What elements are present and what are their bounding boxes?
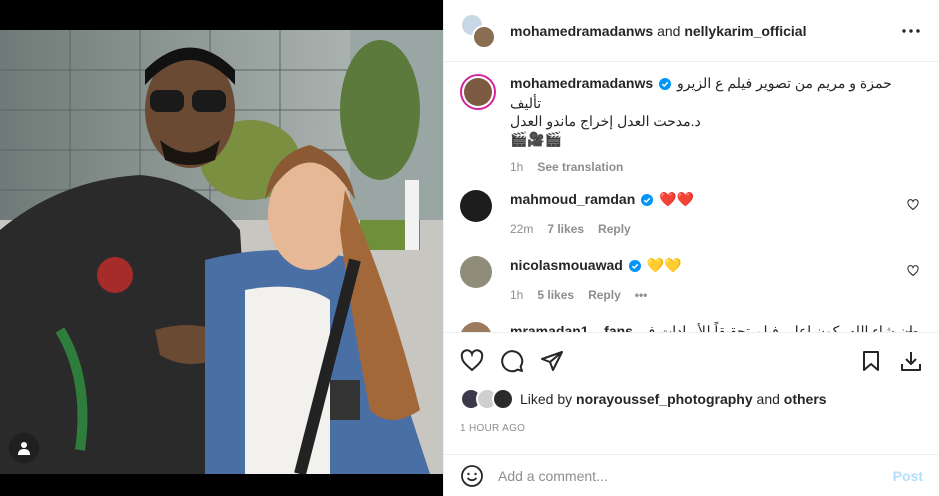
liked-by-joiner: and: [756, 391, 780, 407]
reply-button[interactable]: Reply: [588, 286, 621, 304]
avatar[interactable]: [460, 256, 492, 288]
comment-username[interactable]: nicolasmouawad: [510, 257, 623, 273]
comments-section[interactable]: mohamedramadanws حمزة و مريم من تصوير في…: [444, 62, 939, 332]
post-timestamp[interactable]: 1 HOUR AGO: [460, 423, 923, 434]
liked-by-prefix: Liked by: [520, 391, 573, 407]
post-actions: Liked by norayoussef_photography and oth…: [444, 332, 939, 434]
caption-username[interactable]: mohamedramadanws: [510, 75, 653, 91]
like-button[interactable]: [460, 349, 484, 373]
user-icon: [18, 442, 30, 455]
comment-text: ❤️❤️: [659, 191, 694, 207]
avatar[interactable]: [460, 190, 492, 222]
comment-row: mramadan1__fans ان شاء الله يكون اعلي في…: [460, 322, 923, 332]
comment-row: nicolasmouawad 💛💛 1h 5 likes Reply •••: [460, 256, 923, 304]
paper-plane-icon: [541, 351, 563, 371]
avatar: [472, 24, 496, 49]
comment-bubble-icon: [501, 350, 524, 373]
author-link[interactable]: mohamedramadanws: [510, 23, 653, 39]
photo-illustration: [0, 30, 443, 474]
more-options-button[interactable]: [899, 19, 923, 43]
share-button[interactable]: [540, 349, 564, 373]
download-icon: [901, 352, 921, 371]
caption-time: 1h: [510, 160, 524, 174]
tagged-users-button[interactable]: [9, 433, 39, 463]
comment-time: 22m: [510, 222, 534, 236]
avatar[interactable]: [460, 74, 496, 110]
verified-badge-icon: [628, 258, 641, 276]
caption-line-3: 🎬🎥🎬: [510, 131, 563, 147]
post-comment-button[interactable]: Post: [893, 468, 923, 484]
liker-avatars[interactable]: [460, 388, 518, 410]
comment-input[interactable]: [498, 467, 893, 484]
post-photo: [0, 30, 443, 474]
comment-row: mahmoud_ramdan ❤️❤️ 22m 7 likes Reply: [460, 190, 923, 238]
collab-avatars[interactable]: [460, 12, 496, 49]
coauthor-link[interactable]: nellykarim_official: [684, 23, 806, 39]
like-comment-button[interactable]: [907, 198, 919, 216]
post-authors: mohamedramadanws and nellykarim_official: [510, 23, 899, 39]
see-translation-link[interactable]: See translation: [537, 158, 623, 176]
more-horizontal-icon: [902, 28, 920, 33]
comment-likes[interactable]: 5 likes: [537, 286, 574, 304]
emoji-button[interactable]: [460, 464, 484, 488]
post-panel: mohamedramadanws and nellykarim_official…: [443, 0, 939, 496]
verified-badge-icon: [641, 192, 654, 210]
authors-joiner: and: [657, 22, 681, 39]
heart-icon: [907, 199, 919, 211]
post-media[interactable]: [0, 0, 443, 496]
like-comment-button[interactable]: [907, 264, 919, 282]
reply-button[interactable]: Reply: [598, 220, 631, 238]
comment-options-button[interactable]: •••: [635, 286, 648, 304]
liked-by-others[interactable]: others: [784, 391, 827, 407]
heart-icon: [460, 349, 484, 372]
verified-badge-icon: [659, 76, 672, 94]
comment-text: 💛💛: [646, 257, 682, 273]
bookmark-icon: [863, 351, 879, 371]
comment-likes[interactable]: 7 likes: [547, 220, 584, 238]
post-header: mohamedramadanws and nellykarim_official: [444, 0, 939, 62]
comment-username[interactable]: mahmoud_ramdan: [510, 191, 635, 207]
download-button[interactable]: [899, 349, 923, 373]
likes-summary: Liked by norayoussef_photography and oth…: [460, 387, 923, 411]
caption: mohamedramadanws حمزة و مريم من تصوير في…: [460, 74, 923, 176]
liked-by-user[interactable]: norayoussef_photography: [576, 391, 753, 407]
comment-username[interactable]: mramadan1__fans: [510, 323, 633, 332]
save-button[interactable]: [859, 349, 883, 373]
comment-time: 1h: [510, 288, 524, 302]
avatar[interactable]: [460, 322, 492, 332]
add-comment-bar: Post: [444, 454, 939, 496]
emoji-icon: [461, 464, 483, 487]
caption-line-2: د.مدحت العدل إخراج ماندو العدل: [510, 113, 701, 129]
heart-icon: [907, 265, 919, 277]
comment-button[interactable]: [500, 349, 524, 373]
